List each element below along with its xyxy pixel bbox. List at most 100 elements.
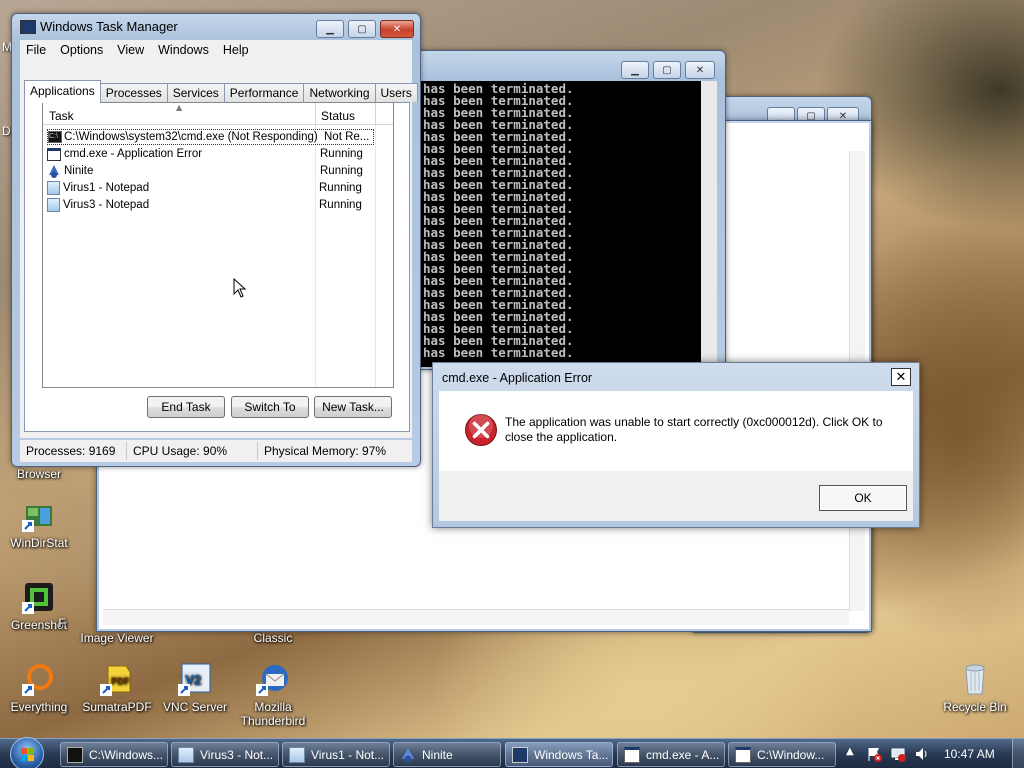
desktop-icon-image-viewer[interactable]: Image Viewer <box>78 631 156 645</box>
list-header: Task ▲ Status <box>43 103 393 125</box>
notepad-icon <box>47 198 60 212</box>
dialog-close-button[interactable]: ✕ <box>891 368 911 386</box>
desktop-icon-everything[interactable]: Everything <box>0 662 78 714</box>
taskbar-item-ninite[interactable]: Ninite <box>393 742 501 767</box>
column-header-task[interactable]: Task <box>49 109 74 123</box>
desktop-icon-windirstat[interactable]: WinDirStat <box>0 498 78 550</box>
maximize-button[interactable]: ▢ <box>348 20 376 38</box>
network-icon[interactable] <box>890 746 906 762</box>
column-divider[interactable] <box>375 103 376 125</box>
svg-text:PDF: PDF <box>111 676 130 686</box>
clock[interactable]: 10:47 AM <box>944 747 995 761</box>
dialog-title: cmd.exe - Application Error <box>442 371 593 385</box>
start-button[interactable] <box>10 737 44 768</box>
windows-logo-icon <box>21 748 34 761</box>
desktop-icon-sumatrapdf[interactable]: PDF SumatraPDF <box>78 662 156 714</box>
desktop-edge-letter: D <box>2 124 11 138</box>
menu-bar: File Options View Windows Help <box>20 40 412 60</box>
show-desktop-button[interactable] <box>1012 739 1024 768</box>
menu-windows[interactable]: Windows <box>152 43 217 57</box>
console-icon <box>67 746 83 763</box>
action-center-flag-icon[interactable] <box>866 746 882 762</box>
taskbar-item-virus1[interactable]: Virus1 - Not... <box>282 742 390 767</box>
tab-users[interactable]: Users <box>374 83 418 102</box>
ninite-icon <box>400 747 416 763</box>
console-line: has been terminated. <box>423 345 574 360</box>
windirstat-icon <box>22 498 56 532</box>
console-window[interactable]: ▁ ▢ ✕ has been terminated. has been termi… <box>410 50 726 370</box>
desktop-icon-classic[interactable]: Classic <box>234 631 312 645</box>
taskbar-item-virus3[interactable]: Virus3 - Not... <box>171 742 279 767</box>
error-message: The application was unable to start corr… <box>505 415 883 444</box>
taskbar-item-error[interactable]: cmd.exe - A... <box>617 742 725 767</box>
desktop-icon-recycle-bin[interactable]: Recycle Bin <box>936 662 1014 714</box>
notepad-icon <box>47 181 60 195</box>
column-header-status[interactable]: Status <box>321 109 355 123</box>
ok-button[interactable]: OK <box>819 485 907 511</box>
taskbar-item-label: Virus3 - Not... <box>200 747 274 762</box>
notepad-icon <box>289 746 305 763</box>
task-list[interactable]: Task ▲ Status C:\ C:\Windows\system32\cm… <box>42 102 394 388</box>
taskbar-item-console[interactable]: C:\Windows... <box>60 742 168 767</box>
task-status: Not Re... <box>324 131 370 143</box>
table-row-selected[interactable]: C:\ C:\Windows\system32\cmd.exe (Not Res… <box>47 129 374 145</box>
processes-count: Processes: 9169 <box>20 442 127 460</box>
volume-icon[interactable] <box>914 746 930 762</box>
error-icon <box>464 413 498 450</box>
tab-networking[interactable]: Networking <box>303 83 376 102</box>
task-manager-window[interactable]: Windows Task Manager ▁ ▢ ✕ File Options … <box>11 13 421 467</box>
task-name: cmd.exe - Application Error <box>64 148 203 160</box>
task-status: Running <box>319 199 362 211</box>
tab-services[interactable]: Services <box>166 83 225 102</box>
close-button[interactable]: ✕ <box>380 20 414 38</box>
tab-applications[interactable]: Applications <box>24 80 101 103</box>
menu-options[interactable]: Options <box>54 43 111 57</box>
tab-performance[interactable]: Performance <box>223 83 305 102</box>
minimize-button[interactable]: ▁ <box>316 20 344 38</box>
task-status: Running <box>320 165 363 177</box>
console-icon: C:\ <box>48 131 62 143</box>
desktop-icon-thunderbird[interactable]: Mozilla Thunderbird <box>234 662 312 728</box>
minimize-button[interactable]: ▁ <box>621 61 649 79</box>
desktop-icon-label: Classic <box>253 631 293 645</box>
column-divider-line <box>375 125 376 387</box>
status-bar: Processes: 9169 CPU Usage: 90% Physical … <box>20 440 412 462</box>
table-row[interactable]: Ninite Running <box>47 163 363 179</box>
new-task-button[interactable]: New Task... <box>314 396 392 418</box>
switch-to-button[interactable]: Switch To <box>231 396 309 418</box>
tab-processes[interactable]: Processes <box>99 83 168 102</box>
end-task-button[interactable]: End Task <box>147 396 225 418</box>
column-divider[interactable] <box>315 103 316 125</box>
taskbar-item-task-manager[interactable]: Windows Ta... <box>505 742 613 767</box>
maximize-button[interactable]: ▢ <box>653 61 681 79</box>
taskmgr-app-icon <box>20 20 36 34</box>
window-icon <box>624 746 640 763</box>
taskbar-item-explorer[interactable]: C:\Window... <box>728 742 836 767</box>
sumatrapdf-icon: PDF <box>100 662 134 696</box>
menu-file[interactable]: File <box>20 43 54 57</box>
error-dialog[interactable]: cmd.exe - Application Error ✕ The applic… <box>432 362 920 528</box>
table-row[interactable]: Virus3 - Notepad Running <box>47 197 362 213</box>
dialog-body: The application was unable to start corr… <box>439 391 913 471</box>
horizontal-scrollbar[interactable] <box>103 609 849 625</box>
desktop-icon-label: WinDirStat <box>10 536 68 550</box>
window-icon <box>47 147 61 161</box>
taskbar-item-label: Virus1 - Not... <box>311 747 385 762</box>
thunderbird-icon <box>256 662 290 696</box>
menu-help[interactable]: Help <box>217 43 257 57</box>
desktop-icon-browser[interactable]: Browser <box>0 467 78 481</box>
taskbar-item-label: cmd.exe - A... <box>646 747 720 762</box>
menu-view[interactable]: View <box>111 43 152 57</box>
desktop-icon-vnc-server[interactable]: V2 VNC Server <box>156 662 234 714</box>
cpu-usage: CPU Usage: 90% <box>127 442 258 460</box>
console-scrollbar[interactable] <box>701 81 717 367</box>
task-status: Running <box>319 182 362 194</box>
show-hidden-icons-button[interactable]: ▲ <box>846 746 854 757</box>
table-row[interactable]: cmd.exe - Application Error Running <box>47 146 363 162</box>
mouse-cursor-icon <box>233 277 247 301</box>
console-output[interactable]: has been terminated. has been terminated.… <box>419 81 701 367</box>
close-button[interactable]: ✕ <box>685 61 715 79</box>
desktop-icon-label: VNC Server <box>162 700 227 714</box>
vnc-icon: V2 <box>178 662 212 696</box>
table-row[interactable]: Virus1 - Notepad Running <box>47 180 362 196</box>
